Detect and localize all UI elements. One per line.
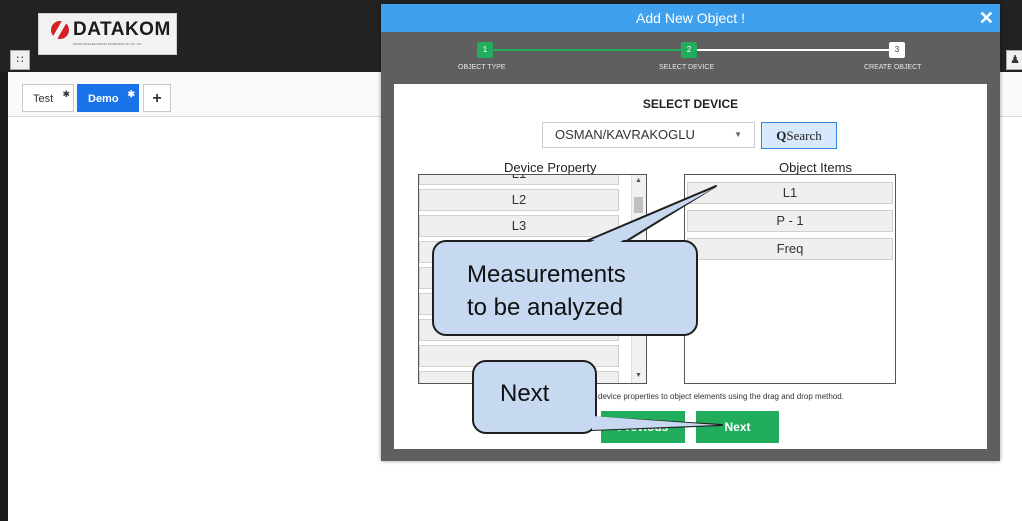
step-2-label: SELECT DEVICE	[659, 64, 715, 71]
device-property-label: Device Property	[504, 160, 597, 175]
search-button-label: Search	[786, 128, 822, 143]
callout-line: Measurements	[467, 261, 626, 288]
step-3-label: CREATE OBJECT	[864, 64, 922, 71]
next-button[interactable]: Next	[696, 411, 779, 443]
step-connector	[489, 49, 693, 51]
object-items-list[interactable]: L1 P - 1 Freq	[684, 174, 896, 384]
grid-menu-button[interactable]: ∷	[10, 50, 30, 70]
left-frame	[0, 0, 8, 521]
modal-header: Add New Object ! ✕	[381, 4, 1000, 32]
next-callout: Next	[472, 360, 597, 434]
panel-title: SELECT DEVICE	[642, 97, 739, 111]
callout-line: to be analyzed	[467, 294, 624, 321]
search-button[interactable]: QSearch	[761, 122, 837, 149]
step-2-dot[interactable]: 2	[681, 42, 697, 58]
previous-button[interactable]: Previous	[601, 411, 685, 443]
search-icon: Q	[776, 128, 787, 143]
list-item[interactable]: L1	[687, 182, 893, 204]
gear-icon[interactable]: ✱	[127, 80, 135, 108]
tab-demo[interactable]: Demo ✱	[77, 84, 139, 112]
datakom-logo: DATAKOM DATAKOM ELEKTRONIK MUHENDISLIK L…	[38, 13, 177, 55]
list-item[interactable]: L2	[419, 189, 619, 211]
gear-icon[interactable]: ✱	[62, 80, 70, 108]
tab-test[interactable]: Test ✱	[22, 84, 74, 112]
dropdown-arrow-icon: ▼	[734, 130, 742, 139]
tab-label: Test	[33, 93, 54, 105]
device-select-value: OSMAN/KAVRAKOGLU	[555, 127, 695, 142]
add-tab-button[interactable]: +	[143, 84, 171, 112]
step-3-dot[interactable]: 3	[889, 42, 905, 58]
scroll-thumb[interactable]	[634, 197, 643, 213]
measurements-callout: Measurements to be analyzed	[432, 240, 698, 336]
list-item[interactable]: L3	[419, 215, 619, 237]
logo-subtitle: DATAKOM ELEKTRONIK MUHENDISLIK LTD. STI.	[73, 42, 143, 46]
tab-label: Demo	[88, 93, 119, 105]
step-1-dot[interactable]: 1	[477, 42, 493, 58]
grid-icon: ∷	[16, 54, 24, 66]
step-1-label: OBJECT TYPE	[458, 64, 506, 71]
step-connector	[697, 49, 895, 51]
close-icon[interactable]: ✕	[979, 6, 994, 30]
wizard-steps: 1 OBJECT TYPE 2 SELECT DEVICE 3 CREATE O…	[381, 32, 1000, 82]
list-item[interactable]: P - 1	[687, 210, 893, 232]
list-item[interactable]: Freq	[687, 238, 893, 260]
device-select[interactable]: OSMAN/KAVRAKOGLU ▼	[542, 122, 755, 148]
scroll-up-icon[interactable]: ▲	[635, 177, 642, 184]
datakom-logo-mark	[51, 21, 69, 39]
callout-line: Next	[500, 380, 550, 407]
list-item[interactable]: L1	[419, 175, 619, 185]
object-items-label: Object Items	[779, 160, 852, 175]
logo-text: DATAKOM	[73, 19, 171, 40]
scroll-down-icon[interactable]: ▼	[635, 372, 642, 379]
modal-title: Add New Object !	[636, 10, 745, 26]
drag-drop-hint: device properties to object elements usi…	[598, 392, 844, 401]
user-icon[interactable]: ♟	[1006, 50, 1022, 70]
